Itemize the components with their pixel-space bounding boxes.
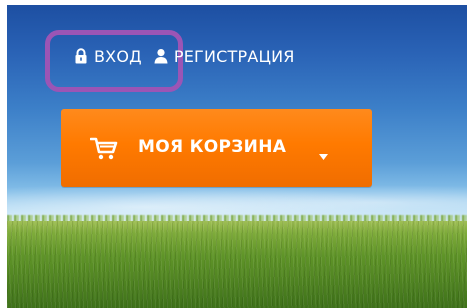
shopping-cart-icon	[89, 137, 118, 161]
account-links: ВХОД РЕГИСТРАЦИЯ	[74, 38, 295, 74]
lock-icon	[74, 48, 88, 64]
login-link[interactable]: ВХОД	[74, 47, 142, 66]
my-cart-button[interactable]: МОЯ КОРЗИНА	[61, 109, 372, 187]
register-label: РЕГИСТРАЦИЯ	[173, 46, 295, 66]
grass-background	[7, 221, 467, 308]
cart-label: МОЯ КОРЗИНА	[138, 137, 287, 157]
user-icon	[154, 48, 168, 64]
register-link[interactable]: РЕГИСТРАЦИЯ	[154, 47, 295, 66]
chevron-down-icon	[319, 145, 328, 160]
login-label: ВХОД	[94, 46, 142, 66]
